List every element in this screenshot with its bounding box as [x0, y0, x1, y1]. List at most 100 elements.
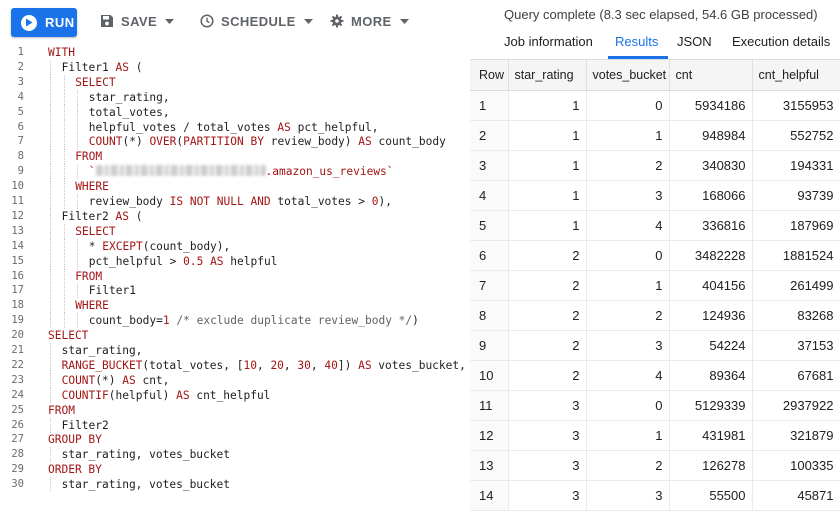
votes-bucket-cell: 2	[586, 300, 670, 331]
table-row[interactable]: 4 1 3 168066 93739	[470, 180, 840, 211]
table-row[interactable]: 11 3 0 5129339 2937922	[470, 390, 840, 421]
code-line[interactable]: 29 ORDER BY	[0, 462, 470, 477]
code-text: pct_helpful > 0.5 AS helpful	[89, 254, 278, 269]
star-rating-cell: 1	[508, 180, 587, 211]
code-line[interactable]: 15 pct_helpful > 0.5 AS helpful	[0, 253, 470, 269]
table-row[interactable]: 6 2 0 3482228 1881524	[470, 240, 840, 271]
sql-code-editor[interactable]: 1 WITH 2 Filter1 AS (3 SELECT 4 star_rating, 5 t…	[0, 44, 470, 495]
sql-keyword: 0.5	[183, 254, 204, 268]
cnt-helpful-cell: 194331	[752, 150, 840, 181]
code-line[interactable]: 16 FROM	[0, 268, 470, 284]
indent-guide	[63, 149, 65, 165]
indent-guide	[63, 104, 65, 120]
indent-guide	[63, 298, 65, 314]
table-row[interactable]: 8 2 2 124936 83268	[470, 300, 840, 331]
code-line[interactable]: 18 WHERE	[0, 298, 470, 314]
table-row[interactable]: 1 1 0 5934186 3155953	[470, 90, 840, 121]
indent-guide	[63, 164, 65, 180]
line-number: 26	[11, 418, 24, 431]
sql-keyword: AS	[122, 373, 136, 387]
code-line[interactable]: 22 RANGE_BUCKET(total_votes, [10, 20, 30,…	[0, 357, 470, 373]
save-button[interactable]: SAVE	[100, 10, 175, 32]
results-panel: Query complete (8.3 sec elapsed, 54.6 GB…	[470, 0, 840, 511]
code-line[interactable]: 14 * EXCEPT(count_body),	[0, 238, 470, 254]
code-text: star_rating,	[89, 90, 170, 105]
table-row[interactable]: 14 3 3 55500 45871	[470, 480, 840, 511]
sql-keyword: FROM	[75, 269, 103, 283]
line-number: 13	[11, 224, 24, 237]
cnt-helpful-cell: 100335	[752, 450, 840, 481]
row-number-cell: 4	[470, 180, 509, 211]
sql-keyword: EXCEPT	[102, 239, 143, 253]
sql-token: star_rating, votes_bucket	[61, 478, 230, 492]
code-line[interactable]: 5 total_votes,	[0, 104, 470, 120]
code-text: SELECT	[75, 75, 115, 90]
star-rating-cell: 2	[508, 240, 587, 271]
run-button[interactable]: RUN	[11, 8, 77, 37]
indent-guide	[63, 74, 65, 90]
sql-keyword: IS NOT NULL AND	[169, 195, 271, 208]
code-line[interactable]: 12 Filter2 AS (	[0, 208, 470, 224]
code-line[interactable]: 30 star_rating, votes_bucket	[0, 477, 470, 493]
code-text: SELECT	[75, 224, 115, 239]
code-line[interactable]: 1 WITH	[0, 45, 470, 60]
code-line[interactable]: 27 GROUP BY	[0, 432, 470, 447]
code-line[interactable]: 19 count_body=1 /* exclude duplicate revi…	[0, 313, 470, 329]
tab-execution-details[interactable]: Execution details	[732, 34, 830, 49]
code-line[interactable]: 4 star_rating,	[0, 89, 470, 105]
code-line[interactable]: 10 WHERE	[0, 179, 470, 195]
code-line[interactable]: 25 FROM	[0, 403, 470, 418]
sql-comment: /* exclude duplicate review_body */	[176, 314, 413, 328]
code-text: FROM	[75, 269, 102, 284]
code-line[interactable]: 24 COUNTIF(helpful) AS cnt_helpful	[0, 387, 470, 403]
table-row[interactable]: 3 1 2 340830 194331	[470, 150, 840, 181]
more-button[interactable]: MORE	[330, 10, 409, 32]
code-line[interactable]: 26 Filter2	[0, 417, 470, 433]
code-line[interactable]: 11 review_body IS NOT NULL AND total_vote…	[0, 194, 470, 209]
code-line[interactable]: 17 Filter1	[0, 283, 470, 299]
line-number: 23	[11, 373, 24, 386]
cnt-cell: 340830	[669, 150, 753, 181]
sql-keyword: PARTITION BY	[183, 135, 264, 149]
sql-keyword: AS	[210, 254, 224, 268]
votes-bucket-cell: 1	[586, 420, 670, 451]
tab-results[interactable]: Results	[615, 34, 658, 49]
table-row[interactable]: 7 2 1 404156 261499	[470, 270, 840, 301]
table-row[interactable]: 12 3 1 431981 321879	[470, 420, 840, 451]
results-tabs: Job information Results JSON Execution d…	[470, 29, 840, 59]
tab-job-information[interactable]: Job information	[504, 34, 593, 49]
code-line[interactable]: 28 star_rating, votes_bucket	[0, 447, 470, 463]
code-text: * EXCEPT(count_body),	[89, 239, 230, 254]
votes-bucket-cell: 0	[586, 90, 670, 121]
code-line[interactable]: 7 COUNT(*) OVER(PARTITION BY review_body)…	[0, 134, 470, 150]
code-line[interactable]: 9 ` .amazon_us_reviews`	[0, 164, 470, 180]
code-line[interactable]: 23 COUNT(*) AS cnt,	[0, 372, 470, 388]
sql-token: votes_bucket,	[371, 358, 466, 372]
line-number: 5	[17, 105, 24, 118]
code-text: ORDER BY	[48, 462, 102, 477]
indent-guide	[50, 119, 51, 135]
table-row[interactable]: 2 1 1 948984 552752	[470, 120, 840, 151]
sql-keyword: `	[88, 165, 96, 179]
table-row[interactable]: 13 3 2 126278 100335	[470, 450, 840, 481]
code-line[interactable]: 13 SELECT	[0, 223, 470, 239]
code-line[interactable]: 20 SELECT	[0, 328, 470, 343]
schedule-button[interactable]: SCHEDULE	[200, 10, 313, 32]
indent-guide	[50, 372, 51, 388]
line-number: 17	[11, 284, 24, 297]
code-line[interactable]: 3 SELECT	[0, 74, 470, 90]
table-row[interactable]: 5 1 4 336816 187969	[470, 210, 840, 241]
code-line[interactable]: 21 star_rating,	[0, 343, 470, 358]
code-line[interactable]: 6 helpful_votes / total_votes AS pct_help…	[0, 119, 470, 135]
code-line[interactable]: 8 FROM	[0, 149, 470, 165]
code-line[interactable]: 2 Filter1 AS (	[0, 59, 470, 75]
query-toolbar: RUN SAVE SCHEDULE MORE	[0, 0, 470, 44]
cnt-cell: 89364	[669, 360, 753, 391]
tab-json[interactable]: JSON	[677, 34, 712, 49]
line-number: 18	[11, 299, 24, 312]
votes-bucket-cell: 2	[586, 150, 670, 181]
table-row[interactable]: 10 2 4 89364 67681	[470, 360, 840, 391]
indent-guide	[63, 194, 65, 209]
table-row[interactable]: 9 2 3 54224 37153	[470, 330, 840, 361]
code-text: WHERE	[75, 298, 109, 313]
